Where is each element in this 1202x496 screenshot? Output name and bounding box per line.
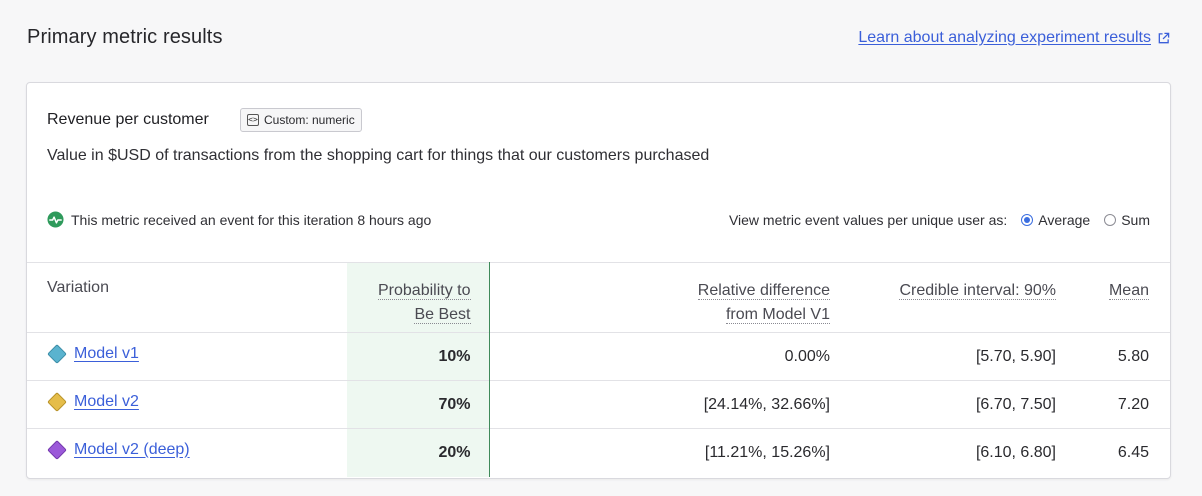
page-header: Primary metric results Learn about analy… <box>27 26 1170 52</box>
relative-header-line2: from Model V1 <box>725 306 830 324</box>
variation-color-diamond-icon <box>47 343 67 364</box>
results-table: Variation Probability to Be Best Relativ… <box>27 262 1170 477</box>
relative-difference-cell: [11.21%, 15.26%] <box>489 428 844 477</box>
table-row: Model v2 70% [24.14%, 32.66%] [6.70, 7.5… <box>27 380 1170 429</box>
radio-sum[interactable]: Sum <box>1104 212 1150 228</box>
table-row: Model v1 10% 0.00% [5.70, 5.90] 5.80 <box>27 332 1170 381</box>
credible-interval-cell: [5.70, 5.90] <box>844 332 1074 381</box>
variation-cell: Model v2 <box>27 380 347 429</box>
code-icon: <> <box>247 114 259 126</box>
radio-sum-label: Sum <box>1121 212 1150 228</box>
variation-cell: Model v1 <box>27 332 347 381</box>
view-as-label: View metric event values per unique user… <box>728 212 1008 228</box>
column-header-relative-difference[interactable]: Relative difference from Model V1 <box>489 262 844 333</box>
column-header-variation: Variation <box>27 262 347 333</box>
variation-link[interactable]: Model v2 (deep) <box>74 441 190 459</box>
metric-name: Revenue per customer <box>47 111 209 128</box>
probability-cell: 20% <box>347 428 490 477</box>
relative-difference-cell: 0.00% <box>489 332 844 381</box>
variation-color-diamond-icon <box>47 391 67 412</box>
variation-cell: Model v2 (deep) <box>27 428 347 477</box>
relative-header-line1: Relative difference <box>697 282 830 300</box>
radio-sum-indicator[interactable] <box>1104 214 1117 226</box>
mean-cell: 6.45 <box>1074 428 1170 477</box>
table-row: Model v2 (deep) 20% [11.21%, 15.26%] [6.… <box>27 428 1170 477</box>
variation-link[interactable]: Model v1 <box>74 345 139 363</box>
learn-about-results-link[interactable]: Learn about analyzing experiment results <box>858 29 1170 47</box>
view-as-control: View metric event values per unique user… <box>729 212 1150 228</box>
pulse-icon <box>47 211 64 228</box>
column-header-credible-interval[interactable]: Credible interval: 90% <box>844 262 1074 333</box>
radio-average-indicator[interactable] <box>1021 214 1034 226</box>
mean-cell: 7.20 <box>1074 380 1170 429</box>
metric-type-chip: <> Custom: numeric <box>240 108 362 132</box>
probability-cell: 10% <box>347 332 490 381</box>
variation-link[interactable]: Model v2 <box>74 393 139 411</box>
learn-link-label: Learn about analyzing experiment results <box>858 29 1151 46</box>
radio-average-label: Average <box>1038 212 1091 228</box>
mean-header: Mean <box>1108 282 1149 300</box>
page-title: Primary metric results <box>27 26 223 48</box>
credible-interval-cell: [6.10, 6.80] <box>844 428 1074 477</box>
relative-difference-cell: [24.14%, 32.66%] <box>489 380 844 429</box>
metric-results-card: Revenue per customer <> Custom: numeric … <box>26 82 1171 479</box>
column-header-mean[interactable]: Mean <box>1074 262 1170 333</box>
probability-header-line1: Probability to <box>378 282 471 300</box>
mean-cell: 5.80 <box>1074 332 1170 381</box>
table-header-row: Variation Probability to Be Best Relativ… <box>27 262 1170 333</box>
credible-interval-header: Credible interval: 90% <box>899 282 1056 300</box>
probability-cell: 70% <box>347 380 490 429</box>
credible-interval-cell: [6.70, 7.50] <box>844 380 1074 429</box>
external-link-icon <box>1158 32 1170 43</box>
radio-average[interactable]: Average <box>1021 212 1090 228</box>
metric-description: Value in $USD of transactions from the s… <box>47 147 710 164</box>
metric-type-label: Custom: numeric <box>264 113 355 127</box>
variation-color-diamond-icon <box>47 439 67 460</box>
column-header-probability[interactable]: Probability to Be Best <box>347 262 490 333</box>
probability-header-line2: Be Best <box>414 306 471 324</box>
event-status: This metric received an event for this i… <box>47 211 431 228</box>
event-status-text: This metric received an event for this i… <box>71 211 432 228</box>
